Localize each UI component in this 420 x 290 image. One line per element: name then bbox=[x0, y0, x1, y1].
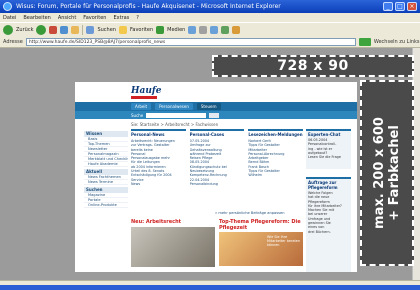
internet-explorer-icon bbox=[3, 2, 12, 11]
maximize-button[interactable]: □ bbox=[395, 2, 405, 11]
survey-head[interactable]: Auftrage zur Pflegereform bbox=[308, 180, 349, 190]
site-header: Haufe bbox=[75, 82, 357, 102]
expert-chat-head[interactable]: Experten-Chat bbox=[308, 132, 349, 137]
column-head: Personal-News bbox=[131, 132, 165, 137]
news-column-personal-news: Personal-News Arbeitsrecht: Neuerungen z… bbox=[131, 129, 186, 209]
favorites-star-icon[interactable] bbox=[118, 26, 127, 34]
pflegereform-survey-box: Auftrage zur Pflegereform Welche Folgen … bbox=[306, 177, 351, 272]
search-label[interactable]: Suchen bbox=[97, 27, 116, 33]
media-label[interactable]: Medien bbox=[167, 27, 185, 33]
expert-chat-line[interactable]: Lesen Sie die Frage bbox=[308, 155, 349, 159]
back-arrow-icon[interactable] bbox=[3, 25, 13, 35]
promo-title[interactable]: Top-Thema Pflegereform: Die Pflegezeit bbox=[219, 219, 303, 231]
history-icon[interactable] bbox=[188, 26, 197, 34]
banner-size-label: 728 x 90 bbox=[277, 58, 349, 74]
news-link[interactable]: Wilhelm bbox=[248, 173, 303, 177]
nav-tab-arbeit[interactable]: Arbeit bbox=[131, 103, 152, 110]
address-input[interactable]: http://www.haufe.de/SID123_PSB@8AJ7/pers… bbox=[25, 38, 356, 46]
menu-tools[interactable]: Extras bbox=[113, 15, 129, 21]
menubar: Datei Bearbeiten Ansicht Favoriten Extra… bbox=[0, 13, 420, 22]
stop-icon[interactable] bbox=[49, 26, 58, 34]
windows-taskbar bbox=[0, 285, 420, 290]
promo-title[interactable]: Neu: Arbeitsrecht bbox=[131, 219, 215, 225]
menu-file[interactable]: Datei bbox=[3, 15, 16, 21]
window-title: Wisus: Forum, Portale für Personalprofis… bbox=[16, 3, 281, 10]
skyscraper-size-label: max. 200 x 600 + Farbkachel bbox=[372, 117, 402, 229]
back-label[interactable]: Zurück bbox=[16, 27, 33, 33]
menu-edit[interactable]: Bearbeiten bbox=[23, 15, 50, 21]
survey-line: drei Büchern. bbox=[308, 229, 331, 234]
news-column-lesezeichen: Lesezeichen-Meldungen Norbert Gerlt Tipp… bbox=[248, 129, 304, 209]
browser-screenshot: Wisus: Forum, Portale für Personalprofis… bbox=[0, 0, 420, 290]
site-search-button[interactable] bbox=[209, 112, 220, 118]
leftnav-item[interactable]: News Termine bbox=[84, 180, 128, 185]
menu-favorites[interactable]: Favoriten bbox=[83, 15, 106, 21]
window-titlebar: Wisus: Forum, Portale für Personalprofis… bbox=[0, 0, 420, 13]
site-search-input[interactable] bbox=[146, 112, 207, 118]
edit-icon[interactable] bbox=[221, 26, 230, 34]
logo-accent-bar bbox=[131, 96, 157, 99]
site-main-nav: Arbeit Personalwesen Steuern bbox=[75, 102, 357, 111]
skyscraper-ad-slot: max. 200 x 600 + Farbkachel bbox=[360, 80, 414, 266]
menu-view[interactable]: Ansicht bbox=[58, 15, 76, 21]
skyscraper-size-line1: max. 200 x 600 bbox=[372, 117, 387, 229]
address-bar: Adresse http://www.haufe.de/SID123_PSB@8… bbox=[0, 37, 420, 48]
skyscraper-size-line2: + Farbkachel bbox=[387, 125, 402, 221]
news-link[interactable]: News bbox=[131, 182, 186, 186]
site-left-nav: Wissen Basis Top-Themen Newsletter Perso… bbox=[84, 129, 128, 208]
haufe-webpage: Haufe Arbeit Personalwesen Steuern Suche… bbox=[75, 82, 357, 272]
media-icon[interactable] bbox=[156, 26, 165, 34]
go-button[interactable] bbox=[358, 38, 371, 46]
column-head: Lesezeichen-Meldungen bbox=[248, 132, 303, 137]
news-link[interactable]: Personalbindung bbox=[190, 182, 245, 186]
site-body: Sie: Startseite > Arbeitsrecht > Fachwis… bbox=[75, 119, 357, 272]
news-column-personal-cases: Personal-Cases 07.05.2004 Umfrage zur Ge… bbox=[189, 129, 245, 209]
promo-image[interactable] bbox=[131, 227, 215, 267]
refresh-icon[interactable] bbox=[60, 26, 69, 34]
site-search-bar: Suche bbox=[75, 111, 357, 119]
column-head: Personal-Cases bbox=[189, 132, 225, 137]
favorites-label[interactable]: Favoriten bbox=[130, 27, 153, 33]
nav-tab-personalwesen[interactable]: Personalwesen bbox=[155, 103, 193, 110]
leftnav-item[interactable]: Haufe Akademie bbox=[84, 162, 128, 167]
promo-image-caption: Wie Sie Ihre Mitarbeiter beraten können bbox=[267, 235, 301, 248]
print-icon[interactable] bbox=[210, 26, 219, 34]
site-search-label: Suche bbox=[131, 112, 144, 118]
menu-help[interactable]: ? bbox=[136, 15, 139, 21]
close-button[interactable]: × bbox=[407, 2, 417, 11]
links-label[interactable]: Wechseln zu Links bbox=[374, 39, 420, 45]
leftnav-item[interactable]: Online-Produkte bbox=[84, 203, 128, 208]
minimize-button[interactable]: _ bbox=[383, 2, 393, 11]
toolbar: Zurück Suchen Favoriten Medien bbox=[0, 22, 420, 37]
banner-ad-slot: 728 x 90 bbox=[212, 55, 414, 77]
promo-arbeitsrecht[interactable]: Neu: Arbeitsrecht bbox=[131, 219, 215, 271]
mail-icon[interactable] bbox=[199, 26, 208, 34]
expert-chat-box: Experten-Chat 06.05.2004 Personalcontrol… bbox=[306, 129, 351, 169]
haufe-logo[interactable]: Haufe bbox=[131, 86, 161, 96]
toolbar-separator bbox=[82, 25, 84, 35]
messenger-icon[interactable] bbox=[232, 26, 241, 34]
forward-arrow-icon[interactable] bbox=[36, 25, 47, 35]
breadcrumb[interactable]: Sie: Startseite > Arbeitsrecht > Fachwis… bbox=[131, 122, 218, 127]
address-label: Adresse bbox=[3, 39, 23, 45]
search-icon[interactable] bbox=[86, 26, 95, 34]
nav-tab-steuern[interactable]: Steuern bbox=[196, 103, 221, 110]
news-columns: Personal-News Arbeitsrecht: Neuerungen z… bbox=[131, 129, 304, 209]
promo-pflegereform[interactable]: Top-Thema Pflegereform: Die Pflegezeit W… bbox=[219, 219, 303, 271]
home-icon[interactable] bbox=[71, 26, 80, 34]
more-link[interactable]: » mehr persönliche Beiträge anpassen bbox=[215, 211, 284, 215]
